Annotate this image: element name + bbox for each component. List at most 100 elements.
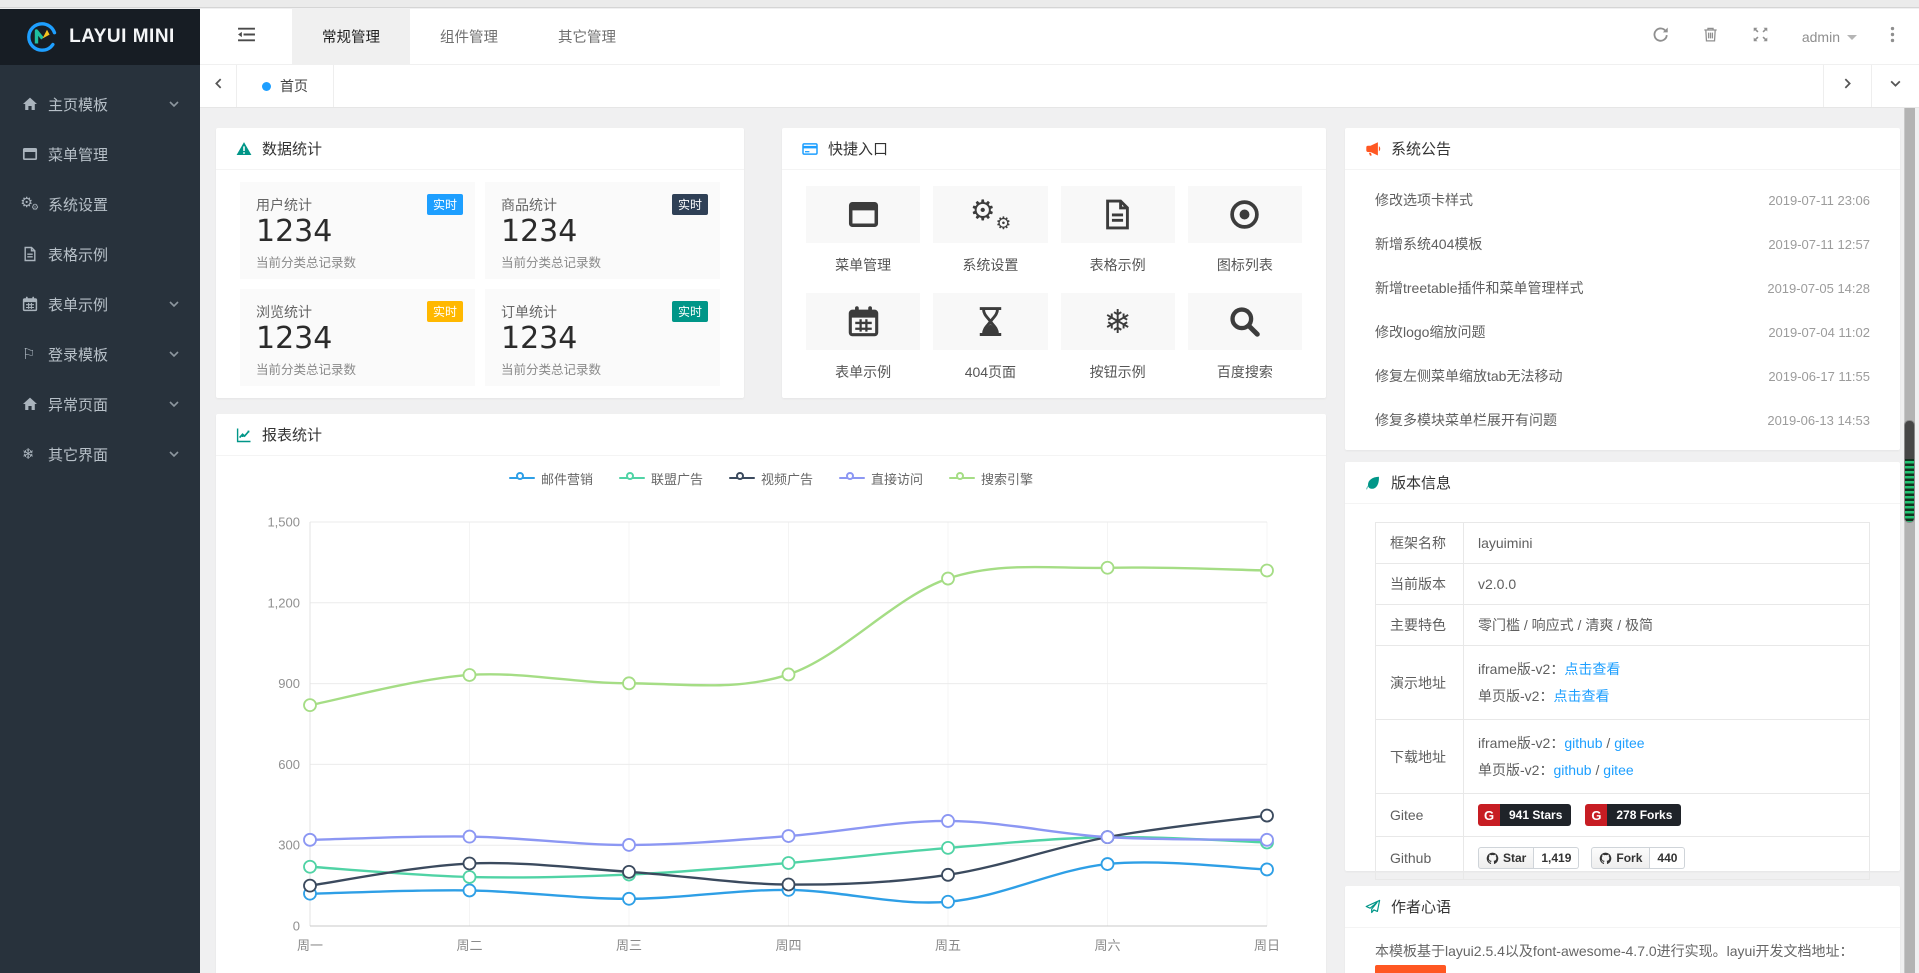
quick-entry-menu-manage[interactable]: 菜单管理 <box>806 186 920 275</box>
sidebar-item-other-ui[interactable]: ❄ 其它界面 <box>0 429 200 479</box>
quick-entry-table-example[interactable]: 表格示例 <box>1061 186 1175 275</box>
version-row: 主要特色零门槛 / 响应式 / 清爽 / 极简 <box>1376 605 1870 646</box>
version-link[interactable]: github <box>1564 735 1602 751</box>
legend-item[interactable]: 直接访问 <box>839 469 923 487</box>
search-icon <box>1188 293 1302 350</box>
user-menu[interactable]: admin <box>1786 29 1873 45</box>
bullhorn-icon <box>1365 141 1381 157</box>
module-tab-component-manage[interactable]: 组件管理 <box>410 9 528 64</box>
legend-item[interactable]: 邮件营销 <box>509 469 593 487</box>
sidebar-item-form-example[interactable]: 表单示例 <box>0 279 200 329</box>
more-menu-button[interactable] <box>1873 9 1911 65</box>
notice-item[interactable]: 修改选项卡样式 2019-07-11 23:06 <box>1375 178 1870 222</box>
scrollbar-thumb[interactable] <box>1904 420 1915 523</box>
legend-item[interactable]: 视频广告 <box>729 469 813 487</box>
quick-entry-form-example[interactable]: 表单示例 <box>806 293 920 382</box>
quick-entry-button-example[interactable]: ❄ 按钮示例 <box>1061 293 1175 382</box>
layui-doc-badge[interactable]: layui文档 <box>1375 965 1446 973</box>
notice-item[interactable]: 新增系统404模板 2019-07-11 12:57 <box>1375 222 1870 266</box>
github-badge[interactable]: Star1,419 <box>1478 847 1579 869</box>
scrollbar-track[interactable] <box>1904 108 1915 973</box>
notice-date: 2019-07-11 12:57 <box>1768 237 1870 252</box>
notice-item[interactable]: 修复左侧菜单缩放tab无法移动 2019-06-17 11:55 <box>1375 354 1870 398</box>
flag-icon: ⚐ <box>22 347 48 362</box>
caret-down-icon <box>1847 35 1857 40</box>
notice-date: 2019-07-05 14:28 <box>1767 281 1870 296</box>
author-line1: 本模板基于layui2.5.4以及font-awesome-4.7.0进行实现。… <box>1375 943 1853 959</box>
sidebar-item-login-template[interactable]: ⚐ 登录模板 <box>0 329 200 379</box>
quick-entry-grid: 菜单管理 ⚙⚙ 系统设置 表格示例 图标列表 表单示例 404页面 ❄ 按钮示例… <box>782 170 1326 398</box>
tab-bar-controls <box>1823 65 1919 107</box>
author-panel: 作者心语 本模板基于layui2.5.4以及font-awesome-4.7.0… <box>1345 886 1900 973</box>
sidebar-item-label: 系统设置 <box>48 194 108 215</box>
version-row: GithubStar1,419Fork440 <box>1376 837 1870 880</box>
version-row-value: iframe版-v2：github / gitee单页版-v2：github /… <box>1464 720 1870 794</box>
sidebar-item-system-setting[interactable]: ⚙⚙ 系统设置 <box>0 179 200 229</box>
version-row-label: 当前版本 <box>1376 564 1464 605</box>
sidebar-item-label: 表格示例 <box>48 244 108 265</box>
stat-card-views-stats: 浏览统计 1234 当前分类总记录数 实时 <box>240 289 475 386</box>
chevron-down-icon <box>168 348 180 360</box>
tabs-menu-button[interactable] <box>1871 65 1919 107</box>
version-link[interactable]: gitee <box>1614 735 1644 751</box>
github-badge[interactable]: Fork440 <box>1591 847 1685 869</box>
calendar-icon <box>22 296 48 312</box>
sidebar-item-menu-manage[interactable]: 菜单管理 <box>0 129 200 179</box>
fullscreen-button[interactable] <box>1736 9 1786 65</box>
sidebar-item-error-page[interactable]: 异常页面 <box>0 379 200 429</box>
notice-text: 修改选项卡样式 <box>1375 190 1473 210</box>
trash-icon <box>1702 26 1719 48</box>
notice-item[interactable]: 修改logo缩放问题 2019-07-04 11:02 <box>1375 310 1870 354</box>
sidebar-item-home-template[interactable]: 主页模板 <box>0 79 200 129</box>
version-link[interactable]: github <box>1553 762 1591 778</box>
app-window: LAYUI MINI 主页模板 菜单管理 ⚙⚙ 系统设置 表格示例 表单示例 ⚐… <box>0 0 1919 973</box>
version-panel-title: 版本信息 <box>1391 472 1451 493</box>
gitee-badge[interactable]: G278 Forks <box>1585 804 1681 826</box>
version-row-value: iframe版-v2：点击查看单页版-v2：点击查看 <box>1464 646 1870 720</box>
chart-legend: 邮件营销 联盟广告 视频广告 直接访问 搜索引擎 <box>216 469 1326 487</box>
sidebar-item-table-example[interactable]: 表格示例 <box>0 229 200 279</box>
tabs-scroll-left-button[interactable] <box>200 65 237 107</box>
clear-cache-button[interactable] <box>1686 9 1736 65</box>
quick-entry-panel: 快捷入口 菜单管理 ⚙⚙ 系统设置 表格示例 图标列表 表单示例 404页面 ❄… <box>782 128 1326 398</box>
notice-item[interactable]: 修复多模块菜单栏展开有问题 2019-06-13 14:53 <box>1375 398 1870 442</box>
version-panel-header: 版本信息 <box>1345 462 1900 504</box>
notice-list: 修改选项卡样式 2019-07-11 23:06 新增系统404模板 2019-… <box>1345 170 1900 442</box>
refresh-icon <box>1652 26 1669 48</box>
notice-item[interactable]: 新增treetable插件和菜单管理样式 2019-07-05 14:28 <box>1375 266 1870 310</box>
chevron-down-icon <box>168 398 180 410</box>
version-row-label: 下载地址 <box>1376 720 1464 794</box>
home-icon <box>22 396 48 412</box>
notice-panel: 系统公告 修改选项卡样式 2019-07-11 23:06 新增系统404模板 … <box>1345 128 1900 450</box>
chevron-right-icon <box>1841 77 1854 95</box>
leaf-icon <box>1365 475 1381 491</box>
module-nav: 常规管理组件管理其它管理 <box>292 9 646 64</box>
calendar-icon <box>806 293 920 350</box>
quick-entry-system-setting[interactable]: ⚙⚙ 系统设置 <box>933 186 1047 275</box>
tabs-scroll-right-button[interactable] <box>1823 65 1871 107</box>
warning-triangle-icon <box>236 141 252 157</box>
quick-entry-page-404[interactable]: 404页面 <box>933 293 1047 382</box>
version-link[interactable]: gitee <box>1603 762 1633 778</box>
quick-entry-label: 系统设置 <box>933 255 1047 275</box>
quick-entry-icon-list[interactable]: 图标列表 <box>1188 186 1302 275</box>
tab-home[interactable]: 首页 <box>237 65 334 107</box>
version-link[interactable]: 点击查看 <box>1553 688 1609 704</box>
module-tab-other-manage[interactable]: 其它管理 <box>528 9 646 64</box>
svg-text:周日: 周日 <box>1254 938 1280 953</box>
legend-item[interactable]: 联盟广告 <box>619 469 703 487</box>
sidebar-item-label: 其它界面 <box>48 444 108 465</box>
refresh-button[interactable] <box>1636 9 1686 65</box>
legend-label: 邮件营销 <box>541 469 593 488</box>
header: 常规管理组件管理其它管理 admin <box>200 9 1919 65</box>
module-tab-regular-manage[interactable]: 常规管理 <box>292 9 410 64</box>
notice-text: 新增系统404模板 <box>1375 234 1482 254</box>
legend-item[interactable]: 搜索引擎 <box>949 469 1033 487</box>
collapse-sidebar-button[interactable] <box>200 9 292 64</box>
author-note: 本模板基于layui2.5.4以及font-awesome-4.7.0进行实现。… <box>1345 928 1900 973</box>
gitee-badge[interactable]: G941 Stars <box>1478 804 1571 826</box>
version-link[interactable]: 点击查看 <box>1564 661 1620 677</box>
notice-text: 修复多模块菜单栏展开有问题 <box>1375 410 1557 430</box>
quick-entry-baidu-search[interactable]: 百度搜索 <box>1188 293 1302 382</box>
legend-marker-icon <box>729 471 755 485</box>
